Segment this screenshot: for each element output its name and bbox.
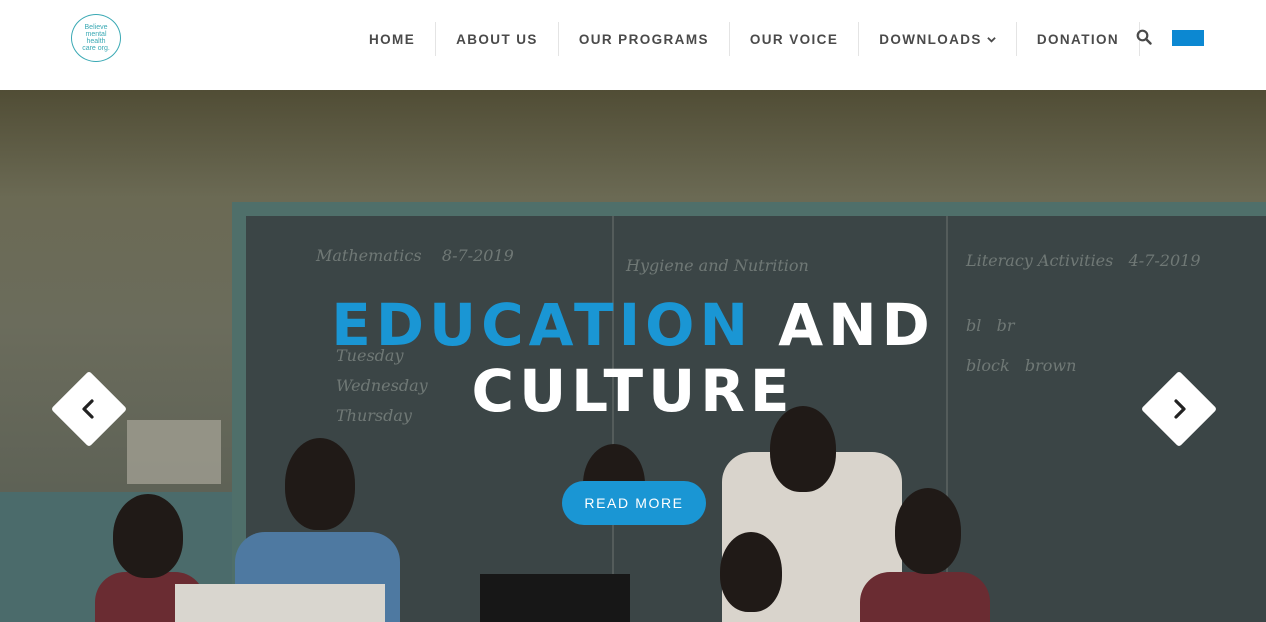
wall-calendar [127,420,221,484]
search-icon[interactable] [1136,29,1154,47]
read-more-button[interactable]: READ MORE [562,481,706,525]
chalk-writing: Mathematics 8-7-2019 [316,246,514,265]
held-sign [480,574,630,622]
site-header: Believe mental health care org. HOME ABO… [0,0,1266,90]
chevron-right-icon [1174,399,1186,419]
nav-item-home[interactable]: HOME [349,22,437,56]
main-nav: HOME ABOUT US OUR PROGRAMS OUR VOICE DOW… [349,22,1141,56]
chevron-left-icon [82,399,94,419]
logo-text: Believe mental health care org. [82,24,110,52]
nav-voice-label: OUR VOICE [749,31,839,47]
child-figure [285,438,355,530]
language-flag[interactable] [1172,30,1204,46]
nav-item-our-voice[interactable]: OUR VOICE [730,22,860,56]
child-figure [720,532,782,612]
nav-about-label: ABOUT US [456,31,538,47]
chevron-down-icon [987,36,996,43]
slide-title-rest: AND [778,291,935,359]
site-logo[interactable]: Believe mental health care org. [71,14,121,62]
child-figure [113,494,183,578]
chalk-writing: Hygiene and Nutrition [626,256,809,275]
slide-title-accent: EDUCATION [331,291,754,359]
child-figure [895,488,961,574]
nav-item-donation[interactable]: DONATION [1017,22,1141,56]
child-figure [860,572,990,622]
held-sign [175,584,385,622]
nav-home-label: HOME [369,31,416,47]
nav-downloads-label: DOWNLOADS [879,31,982,47]
slide-title: EDUCATION AND CULTURE [0,292,1266,424]
chalk-writing: Literacy Activities 4-7-2019 [966,251,1201,270]
nav-item-about-us[interactable]: ABOUT US [436,22,559,56]
nav-item-downloads[interactable]: DOWNLOADS [859,22,1017,56]
slide-title-line-2: CULTURE [471,357,795,425]
nav-programs-label: OUR PROGRAMS [578,31,709,47]
nav-donation-label: DONATION [1036,31,1120,47]
read-more-label: READ MORE [584,495,684,511]
nav-item-our-programs[interactable]: OUR PROGRAMS [559,22,730,56]
